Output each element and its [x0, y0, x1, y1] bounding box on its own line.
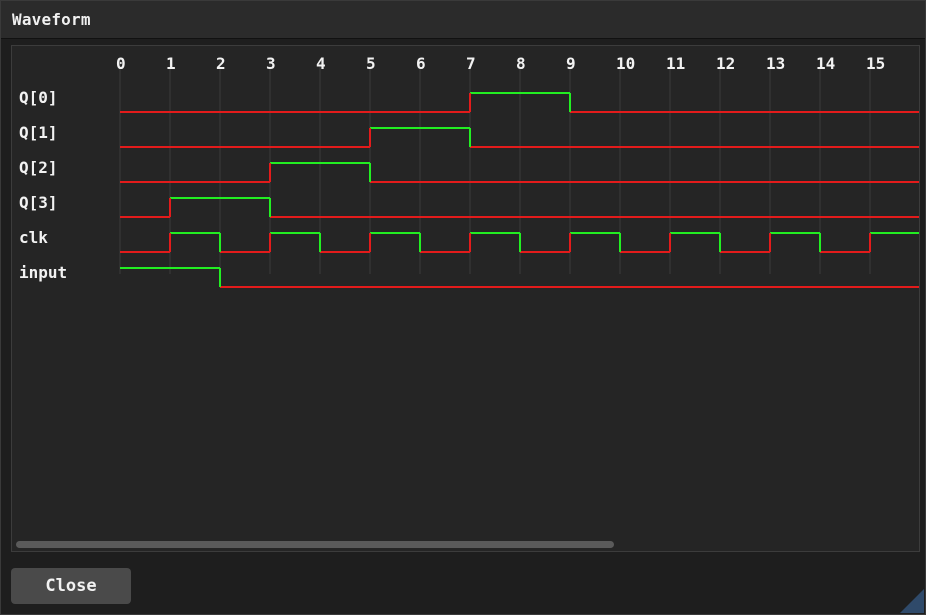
signal-label: Q[1] — [19, 123, 58, 142]
signal-label: Q[0] — [19, 88, 58, 107]
title-bar[interactable]: Waveform — [1, 1, 925, 39]
signal-label: Q[2] — [19, 158, 58, 177]
tick-label: 12 — [716, 54, 735, 73]
tick-label: 0 — [116, 54, 126, 73]
signal-label: input — [19, 263, 67, 282]
tick-label: 15 — [866, 54, 885, 73]
tick-label: 3 — [266, 54, 276, 73]
tick-label: 11 — [666, 54, 685, 73]
tick-label: 4 — [316, 54, 326, 73]
signal-label: Q[3] — [19, 193, 58, 212]
waveform-window: Waveform 0 1 2 3 4 5 6 7 8 9 10 11 12 13 14 15 Q[0] Q[1] Q… — [0, 0, 926, 615]
tick-label: 14 — [816, 54, 835, 73]
horizontal-scrollbar[interactable] — [12, 538, 919, 550]
tick-label: 7 — [466, 54, 476, 73]
tick-label: 5 — [366, 54, 376, 73]
tick-label: 6 — [416, 54, 426, 73]
scrollbar-thumb[interactable] — [16, 541, 614, 548]
tick-label: 10 — [616, 54, 635, 73]
tick-label: 8 — [516, 54, 526, 73]
tick-label: 9 — [566, 54, 576, 73]
waveform-panel[interactable]: 0 1 2 3 4 5 6 7 8 9 10 11 12 13 14 15 Q[0] Q[1] Q[2] Q[3] cl… — [11, 45, 920, 552]
tick-label: 1 — [166, 54, 176, 73]
tick-label: 2 — [216, 54, 226, 73]
window-title: Waveform — [12, 10, 91, 29]
signal-label: clk — [19, 228, 48, 247]
waveform-canvas: 0 1 2 3 4 5 6 7 8 9 10 11 12 13 14 15Q[0]Q[1]Q[2]Q[3]cl… — [19, 54, 919, 288]
resize-grip-icon[interactable] — [900, 589, 924, 613]
close-button[interactable]: Close — [11, 568, 131, 604]
tick-label: 13 — [766, 54, 785, 73]
